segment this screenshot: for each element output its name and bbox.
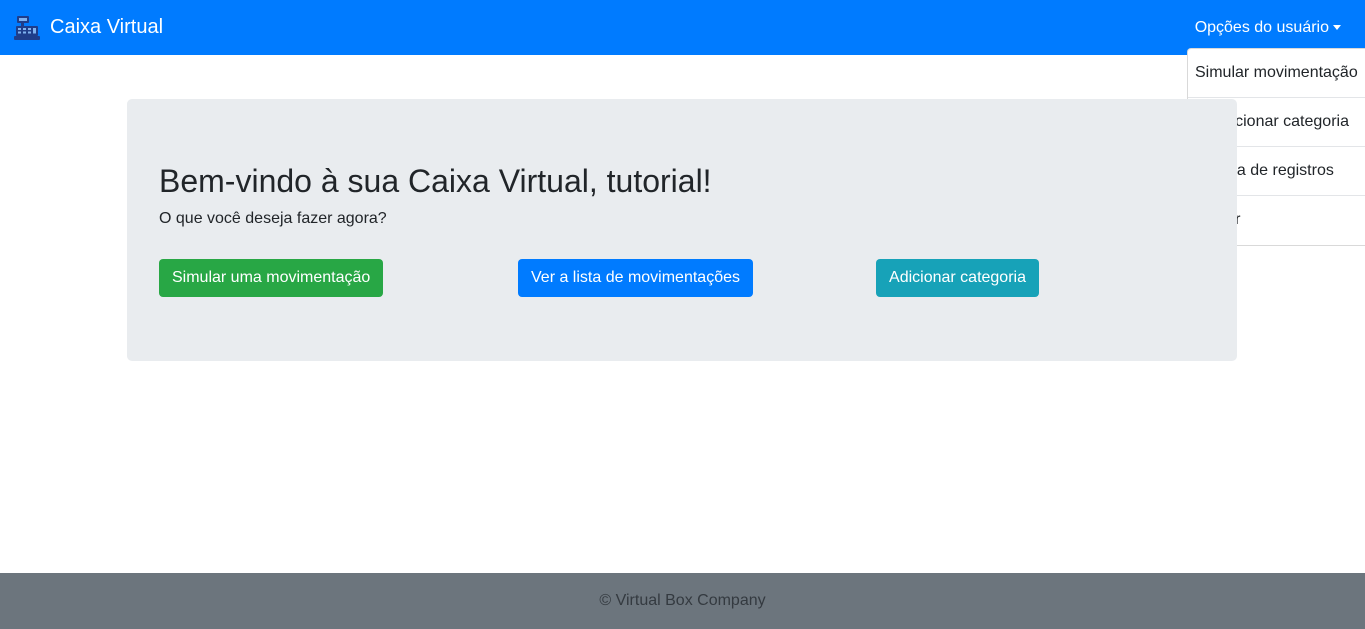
user-options-toggle[interactable]: Opções do usuário <box>1195 0 1341 55</box>
cash-register-icon <box>14 15 40 40</box>
navbar: Caixa Virtual Opções do usuário <box>0 0 1365 55</box>
page-title: Bem-vindo à sua Caixa Virtual, tutorial! <box>159 163 712 199</box>
caret-down-icon <box>1333 25 1341 30</box>
brand-link[interactable]: Caixa Virtual <box>14 0 163 55</box>
footer-copyright: © Virtual Box Company <box>599 592 766 609</box>
user-options-label: Opções do usuário <box>1194 18 1329 36</box>
page-subtitle: O que você deseja fazer agora? <box>159 210 387 227</box>
view-transactions-button[interactable]: Ver a lista de movimentações <box>518 259 753 297</box>
footer: © Virtual Box Company <box>0 573 1365 629</box>
add-category-button[interactable]: Adicionar categoria <box>876 259 1039 297</box>
brand-title: Caixa Virtual <box>50 16 164 38</box>
simulate-transaction-button[interactable]: Simular uma movimentação <box>159 259 383 297</box>
welcome-panel: Bem-vindo à sua Caixa Virtual, tutorial!… <box>127 99 1237 361</box>
menu-item-simulate[interactable]: Simular movimentação <box>1188 49 1365 98</box>
